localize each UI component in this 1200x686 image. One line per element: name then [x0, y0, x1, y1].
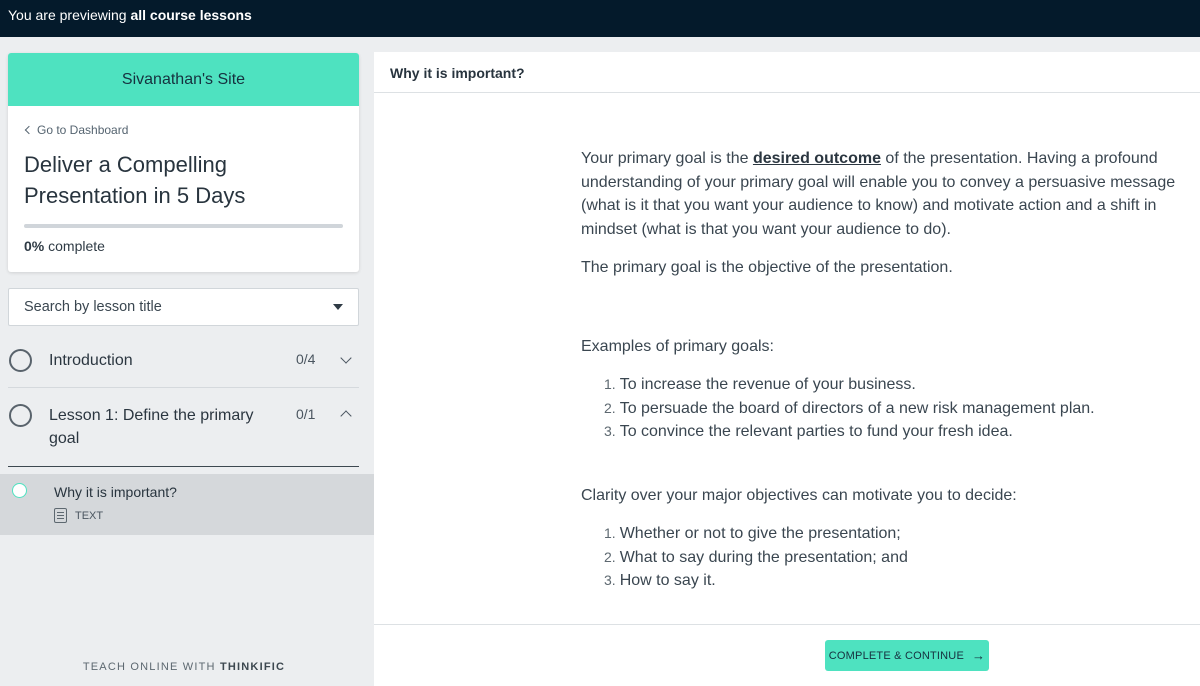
paragraph: Examples of primary goals: [581, 337, 774, 355]
list-item-text: To increase the revenue of your business… [619, 376, 916, 393]
lesson-content: Why it is important? Your primary goal i… [374, 52, 1200, 686]
paragraph-text: Your primary goal is the [581, 150, 753, 167]
caret-down-icon [333, 304, 343, 310]
lesson-item-active[interactable]: Why it is important? TEXT [0, 474, 374, 535]
course-sidebar: Sivanathan's Site Go to Dashboard Delive… [0, 37, 374, 686]
circle-outline-icon [9, 404, 32, 427]
list-item: 3. How to say it. [604, 572, 716, 589]
lesson-footer: COMPLETE & CONTINUE → [374, 624, 1200, 686]
chapter-introduction[interactable]: Introduction 0/4 [8, 348, 359, 374]
list-item: 1. To increase the revenue of your busine… [604, 376, 916, 393]
complete-and-continue-label: COMPLETE & CONTINUE [828, 649, 964, 662]
chapter-title: Introduction [49, 352, 133, 369]
lesson-body: Your primary goal is the desired outcome… [581, 147, 1181, 593]
chapter-divider [8, 466, 359, 467]
progress-percent: 0% [24, 238, 45, 254]
arrow-right-icon: → [972, 648, 986, 663]
list-item-text: To convince the relevant parties to fund… [619, 423, 1013, 440]
chapter-title: Lesson 1: Define the primary goal [49, 407, 254, 447]
paragraph: The primary goal is the objective of the… [581, 259, 953, 276]
preview-banner-emphasis: all course lessons [130, 7, 252, 23]
list-item: 1. Whether or not to give the presentatio… [604, 525, 901, 542]
footer-prefix: TEACH ONLINE WITH [82, 661, 216, 673]
progress-suffix: complete [48, 238, 105, 254]
chevron-up-icon[interactable] [340, 410, 352, 422]
list-item: 2. What to say during the presentation; a… [604, 548, 908, 566]
list-item-text: Whether or not to give the presentation; [619, 525, 901, 542]
list-item: 2. To persuade the board of directors of … [604, 399, 1095, 417]
lesson-status-circle-icon [12, 483, 27, 498]
course-card: Sivanathan's Site Go to Dashboard Delive… [8, 53, 359, 272]
chapter-count: 0/4 [296, 351, 316, 367]
list-item-text: To persuade the board of directors of a … [619, 399, 1095, 417]
complete-and-continue-button[interactable]: COMPLETE & CONTINUE → [825, 640, 989, 671]
go-to-dashboard-link[interactable]: Go to Dashboard [24, 123, 129, 137]
circle-outline-icon [9, 349, 32, 372]
chapter-lesson-1[interactable]: Lesson 1: Define the primary goal 0/1 [8, 403, 359, 453]
paragraph: Your primary goal is the desired outcome… [581, 147, 1181, 241]
course-progress-bar [24, 224, 343, 228]
preview-banner-prefix: You are previewing [8, 7, 127, 23]
lesson-type: TEXT [54, 508, 103, 523]
site-name[interactable]: Sivanathan's Site [8, 53, 359, 106]
preview-banner: You are previewing all course lessons [0, 0, 1200, 37]
paragraph: Clarity over your major objectives can m… [581, 486, 1017, 504]
chapter-count: 0/1 [296, 406, 316, 422]
list-item-text: What to say during the presentation; and [619, 548, 908, 566]
lesson-search-select[interactable]: Search by lesson title [8, 288, 359, 326]
list-item: 3. To convince the relevant parties to fu… [604, 423, 1013, 440]
document-icon [54, 508, 67, 523]
lesson-title: Why it is important? [54, 484, 177, 500]
goals-list: 1. To increase the revenue of your busine… [604, 373, 1181, 444]
list-item-text: How to say it. [619, 572, 716, 589]
desired-outcome-link[interactable]: desired outcome [753, 150, 881, 167]
course-title: Deliver a Compelling Presentation in 5 D… [24, 152, 246, 208]
chevron-left-icon [24, 125, 34, 135]
lesson-header-title: Why it is important? [374, 52, 1200, 93]
go-to-dashboard-label: Go to Dashboard [37, 123, 129, 137]
lesson-search-placeholder: Search by lesson title [24, 299, 162, 315]
decisions-list: 1. Whether or not to give the presentatio… [604, 522, 1181, 593]
thinkific-footer-link[interactable]: TEACH ONLINE WITH THINKIFIC [0, 661, 368, 673]
chevron-down-icon[interactable] [340, 352, 352, 364]
lesson-type-label: TEXT [75, 509, 104, 522]
progress-text: 0% complete [24, 238, 105, 254]
chapter-divider [8, 387, 359, 388]
footer-brand: THINKIFIC [219, 661, 286, 673]
